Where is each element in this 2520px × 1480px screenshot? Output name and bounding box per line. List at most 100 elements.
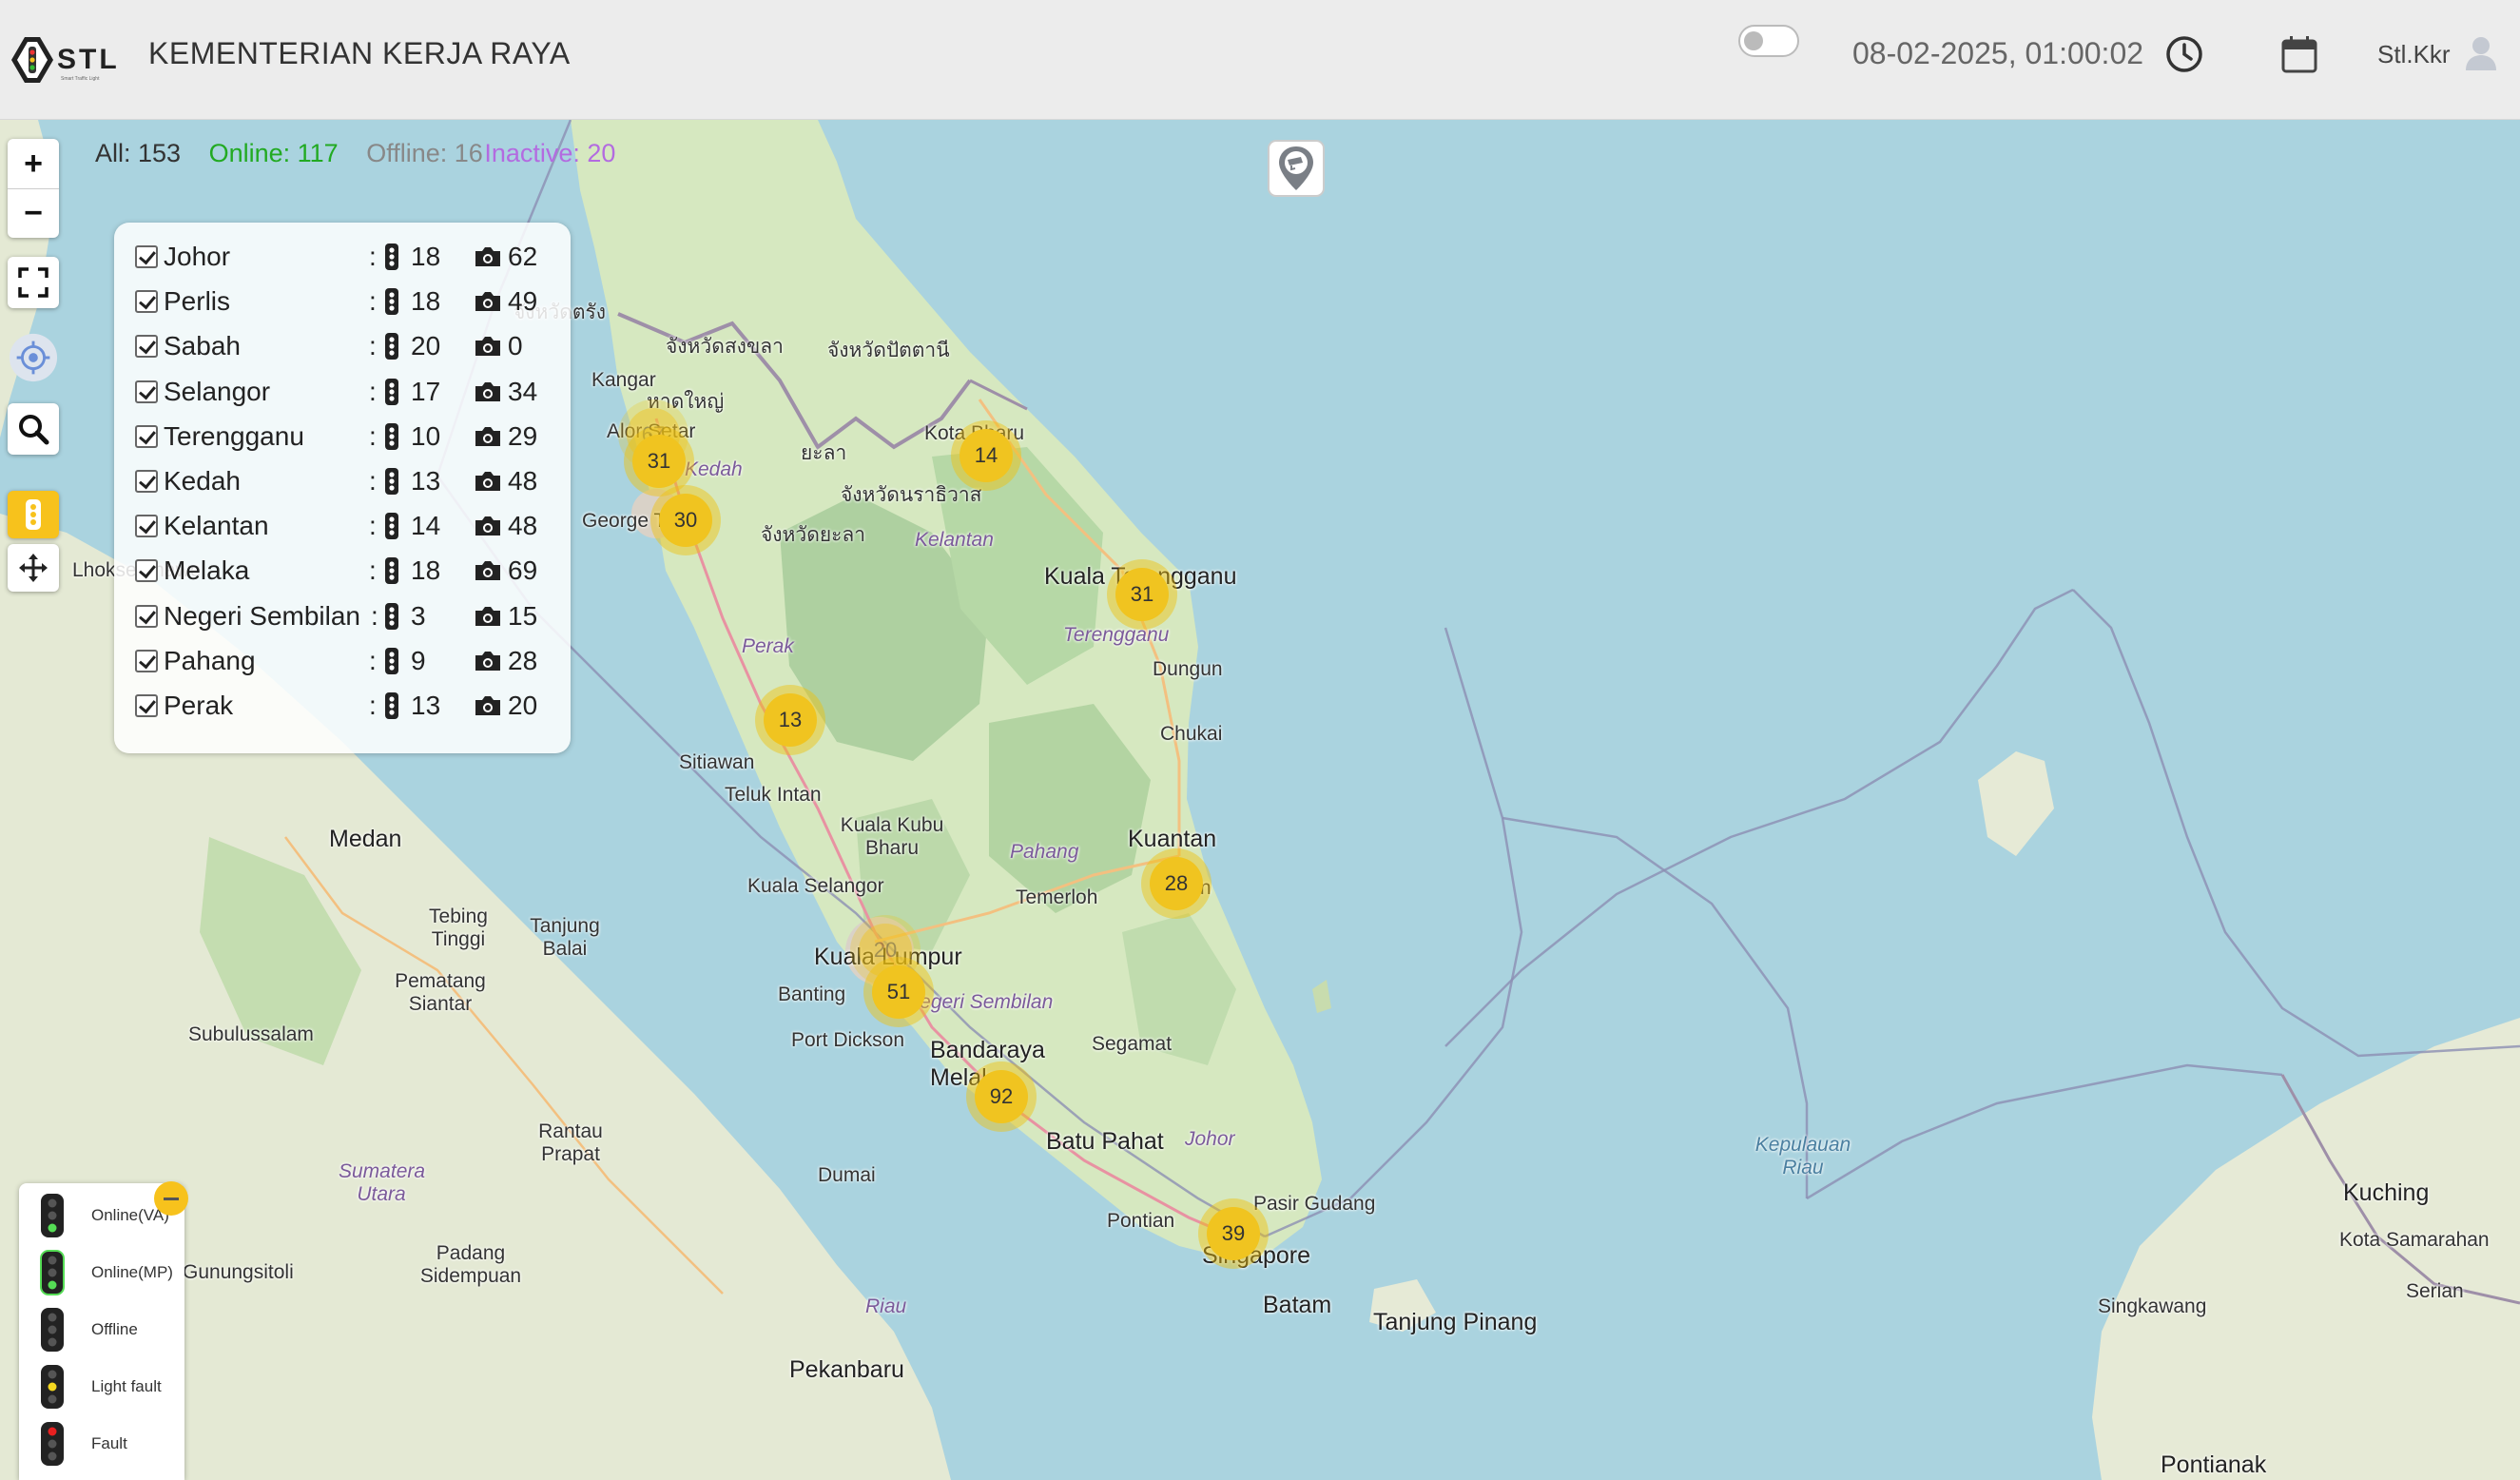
legend-minimize-button[interactable] <box>154 1181 188 1216</box>
legend-label: Fault <box>91 1434 127 1452</box>
theme-toggle[interactable] <box>1738 25 1799 57</box>
map-label-dungun: Dungun <box>1153 658 1223 680</box>
state-separator: : <box>369 465 377 496</box>
state-checkbox[interactable] <box>135 290 158 314</box>
camera-count: 69 <box>508 555 538 586</box>
map-label-batu-pahat: Batu Pahat <box>1046 1128 1164 1155</box>
map-cluster[interactable]: 13 <box>755 685 825 755</box>
map-label-kota-samarahan: Kota Samarahan <box>2339 1229 2490 1251</box>
state-checkbox[interactable] <box>135 380 158 403</box>
camera-count: 49 <box>508 286 538 317</box>
state-checkbox[interactable] <box>135 649 158 672</box>
camera-count: 15 <box>508 600 538 631</box>
map-label-tebing-tinggi: Tebing Tinggi <box>429 906 488 950</box>
state-name: Terengganu <box>164 420 304 451</box>
map-label-pematang-siantar: Pematang Siantar <box>395 970 486 1015</box>
count-online[interactable]: Online: 117 <box>209 139 339 167</box>
state-checkbox[interactable] <box>135 515 158 538</box>
camera-layer-pin-icon[interactable] <box>1267 139 1326 198</box>
state-name: Kedah <box>164 465 241 496</box>
state-checkbox[interactable] <box>135 604 158 628</box>
username[interactable]: Stl.Kkr <box>2377 40 2451 69</box>
user-avatar-icon[interactable] <box>2463 34 2499 72</box>
state-filter-panel: Johor : 18 62 Perlis : 18 49 Sabah : 20 … <box>114 223 571 753</box>
traffic-light-layer-button[interactable] <box>8 491 59 538</box>
zoom-out-button[interactable]: − <box>8 188 59 238</box>
camera-icon <box>475 561 500 581</box>
state-row-sabah[interactable]: Sabah : 20 0 <box>114 331 571 376</box>
cluster-count: 39 <box>1207 1207 1260 1260</box>
count-offline[interactable]: Offline: 16 <box>366 139 483 167</box>
state-separator: : <box>369 376 377 406</box>
camera-count: 28 <box>508 645 538 675</box>
traffic-light-count: 18 <box>411 286 441 317</box>
map-search-button[interactable] <box>8 403 59 455</box>
state-row-perlis[interactable]: Perlis : 18 49 <box>114 286 571 331</box>
svg-text:STL: STL <box>57 44 120 75</box>
state-row-melaka[interactable]: Melaka : 18 69 <box>114 555 571 600</box>
state-checkbox[interactable] <box>135 559 158 583</box>
locate-icon <box>9 333 58 382</box>
current-datetime: 08-02-2025, 01:00:02 <box>1852 36 2144 70</box>
calendar-icon[interactable] <box>2280 34 2318 74</box>
count-all[interactable]: All: 153 <box>95 139 181 167</box>
map-cluster[interactable]: 51 <box>863 957 934 1027</box>
traffic-light-icon <box>385 288 398 316</box>
state-row-kedah[interactable]: Kedah : 13 48 <box>114 466 571 511</box>
camera-icon <box>475 516 500 536</box>
move-arrows-icon <box>19 554 48 582</box>
move-button[interactable] <box>8 544 59 592</box>
map-label-serian: Serian <box>2406 1280 2464 1302</box>
map-label-kepulauan-riau: Kepulauan Riau <box>1754 1134 1851 1178</box>
map-label-kuching: Kuching <box>2343 1179 2430 1206</box>
map-cluster[interactable]: 39 <box>1198 1198 1269 1269</box>
legend-label: Offline <box>91 1320 138 1338</box>
state-checkbox[interactable] <box>135 245 158 268</box>
map-label-port-dickson: Port Dickson <box>791 1029 905 1051</box>
map-cluster[interactable]: 31 <box>1107 559 1177 630</box>
toggle-knob <box>1744 31 1763 50</box>
state-separator: : <box>369 331 377 361</box>
map-cluster[interactable]: 28 <box>1141 848 1212 919</box>
camera-count: 34 <box>508 376 538 406</box>
traffic-light-count: 18 <box>411 555 441 586</box>
traffic-light-icon <box>385 691 398 719</box>
locate-button[interactable] <box>8 329 59 386</box>
state-checkbox[interactable] <box>135 693 158 717</box>
map-cluster[interactable]: 30 <box>650 485 721 555</box>
camera-count: 48 <box>508 465 538 496</box>
cluster-count: 31 <box>1115 568 1169 621</box>
camera-icon <box>475 606 500 626</box>
camera-icon <box>475 292 500 312</box>
state-row-kelantan[interactable]: Kelantan : 14 48 <box>114 511 571 555</box>
state-row-johor[interactable]: Johor : 18 62 <box>114 242 571 286</box>
state-row-negeri-sembilan[interactable]: Negeri Sembilan : 3 15 <box>114 601 571 646</box>
state-checkbox[interactable] <box>135 469 158 493</box>
state-separator: : <box>369 286 377 317</box>
map-cluster[interactable]: 92 <box>966 1061 1037 1132</box>
zoom-in-button[interactable]: + <box>8 139 59 188</box>
zoom-control: + − <box>8 139 59 238</box>
map-label-medan: Medan <box>329 826 402 852</box>
map-label-singkawang: Singkawang <box>2098 1295 2207 1317</box>
clock-icon[interactable] <box>2164 34 2204 74</box>
state-row-selangor[interactable]: Selangor : 17 34 <box>114 377 571 421</box>
map-label-tanjung-balai: Tanjung Balai <box>530 915 600 960</box>
map-label-dumai: Dumai <box>818 1164 876 1186</box>
camera-icon <box>475 381 500 401</box>
count-inactive[interactable]: Inactive: 20 <box>484 139 615 167</box>
state-checkbox[interactable] <box>135 335 158 359</box>
legend-item-fault: Fault <box>19 1415 184 1472</box>
fullscreen-button[interactable] <box>8 257 59 308</box>
state-checkbox[interactable] <box>135 424 158 448</box>
state-row-perak[interactable]: Perak : 13 20 <box>114 691 571 735</box>
traffic-light-count: 20 <box>411 331 441 361</box>
camera-icon <box>475 695 500 715</box>
map-label-thai-songkhla: จังหวัดสงขลา <box>666 336 784 358</box>
state-row-pahang[interactable]: Pahang : 9 28 <box>114 646 571 691</box>
traffic-light-icon <box>385 333 398 360</box>
state-row-terengganu[interactable]: Terengganu : 10 29 <box>114 421 571 466</box>
traffic-light-icon <box>385 378 398 405</box>
map-cluster[interactable]: 14 <box>951 420 1021 491</box>
state-name: Melaka <box>164 555 250 586</box>
